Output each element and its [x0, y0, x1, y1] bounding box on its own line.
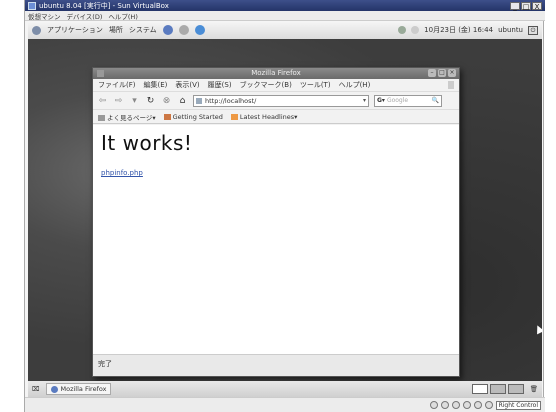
taskbar-item-firefox[interactable]: Mozilla Firefox — [45, 383, 112, 395]
guest-screen[interactable]: アプリケーション 場所 システム 10月23日 (金) 16:44 ubuntu… — [28, 21, 542, 397]
url-text[interactable]: http://localhost/ — [205, 97, 256, 105]
stop-button[interactable]: ⊗ — [161, 96, 172, 106]
search-box[interactable]: G▾ Google 🔍 — [374, 94, 442, 107]
menu-machine[interactable]: 仮想マシン — [28, 11, 61, 21]
email-launcher-icon[interactable] — [178, 25, 189, 35]
firefox-bookmark-icon — [163, 113, 171, 120]
firefox-maximize-button[interactable]: □ — [438, 69, 446, 77]
cd-status-icon[interactable] — [440, 401, 449, 409]
gnome-bottom-panel: ⌧ Mozilla Firefox 🗑 — [28, 381, 542, 397]
taskbar-label: Mozilla Firefox — [60, 385, 107, 393]
panel-menu-places[interactable]: 場所 — [109, 25, 123, 35]
virtualbox-logo-icon — [28, 1, 36, 10]
panel-user[interactable]: ubuntu — [498, 26, 523, 34]
page-heading: It works! — [101, 131, 193, 155]
virtualbox-menubar: 仮想マシン デバイス(D) ヘルプ(H) — [25, 11, 545, 21]
bookmark-most-visited[interactable]: よく見るページ▾ — [98, 112, 156, 122]
menu-help[interactable]: ヘルプ(H) — [339, 80, 371, 90]
firefox-window-controls: – □ × — [428, 69, 456, 77]
menu-bookmarks[interactable]: ブックマーク(B) — [240, 80, 292, 90]
menu-view[interactable]: 表示(V) — [175, 80, 199, 90]
firefox-titlebar[interactable]: Mozilla Firefox – □ × — [93, 68, 459, 79]
url-bar[interactable]: http://localhost/ ▾ — [193, 94, 369, 107]
network-status-icon[interactable] — [451, 401, 460, 409]
status-text: 完了 — [98, 360, 112, 368]
bookmarks-toolbar: よく見るページ▾ Getting Started Latest Headline… — [93, 110, 459, 124]
home-button[interactable]: ⌂ — [177, 96, 188, 106]
firefox-title: Mozilla Firefox — [251, 69, 301, 77]
workspace-switcher — [471, 384, 524, 394]
firefox-launcher-icon[interactable] — [162, 25, 173, 35]
firefox-close-button[interactable]: × — [448, 69, 456, 77]
page-favicon-icon — [196, 97, 202, 104]
firefox-statusbar: 完了 — [93, 354, 459, 376]
workspace-2[interactable] — [489, 384, 506, 394]
reload-button[interactable]: ↻ — [145, 96, 156, 106]
menu-devices[interactable]: デバイス(D) — [67, 11, 103, 21]
minimize-button[interactable]: _ — [510, 1, 520, 11]
gnome-foot-icon — [32, 25, 41, 35]
firefox-icon — [50, 385, 58, 393]
host-key-label: Right Control — [495, 400, 541, 410]
volume-icon[interactable] — [411, 26, 420, 34]
panel-tray: 10月23日 (金) 16:44 ubuntu ⏻ — [398, 25, 538, 35]
firefox-window: Mozilla Firefox – □ × ファイル(F) 編集(E) 表示(V… — [92, 67, 460, 377]
search-engine-icon[interactable]: G▾ — [377, 97, 385, 104]
window-menu-icon[interactable] — [97, 70, 104, 77]
shutdown-icon[interactable]: ⏻ — [528, 25, 538, 35]
bookmark-getting-started[interactable]: Getting Started — [163, 112, 223, 121]
activity-throbber-icon — [448, 81, 454, 89]
mouse-integration-icon[interactable] — [484, 401, 493, 409]
phpinfo-link[interactable]: phpinfo.php — [101, 169, 451, 177]
virtualbox-statusbar: Right Control — [25, 397, 545, 412]
workspace-3[interactable] — [507, 384, 524, 394]
folder-icon — [98, 114, 105, 121]
panel-menu-applications[interactable]: アプリケーション — [47, 25, 103, 35]
navigation-toolbar: ⇦ ⇨ ▾ ↻ ⊗ ⌂ http://localhost/ ▾ G▾ Googl… — [93, 92, 459, 110]
maximize-button[interactable]: □ — [521, 1, 531, 11]
firefox-minimize-button[interactable]: – — [428, 69, 436, 77]
workspace-1[interactable] — [471, 384, 488, 394]
url-dropdown-icon[interactable]: ▾ — [363, 97, 366, 104]
close-button[interactable]: X — [532, 1, 542, 11]
bookmark-label: Latest Headlines▾ — [239, 112, 298, 121]
page-content: It works! phpinfo.php — [93, 125, 459, 354]
usb-status-icon[interactable] — [462, 401, 471, 409]
gnome-top-panel: アプリケーション 場所 システム 10月23日 (金) 16:44 ubuntu… — [28, 21, 542, 39]
virtualbox-window: ubuntu 8.04 [実行中] - Sun VirtualBox _ □ X… — [24, 0, 545, 412]
menu-tools[interactable]: ツール(T) — [300, 80, 331, 90]
hdd-status-icon[interactable] — [429, 401, 438, 409]
search-placeholder: Google — [386, 97, 409, 104]
bookmark-latest-headlines[interactable]: Latest Headlines▾ — [230, 112, 298, 121]
trash-icon[interactable]: 🗑 — [530, 385, 538, 393]
help-launcher-icon[interactable] — [194, 25, 205, 35]
shared-folders-icon[interactable] — [473, 401, 482, 409]
panel-menu-system[interactable]: システム — [129, 25, 157, 35]
bookmark-label: よく見るページ▾ — [107, 113, 156, 122]
search-icon[interactable]: 🔍 — [432, 97, 439, 104]
forward-button[interactable]: ⇨ — [113, 96, 124, 106]
rss-icon — [230, 113, 238, 120]
bookmark-label: Getting Started — [172, 112, 223, 121]
firefox-menubar: ファイル(F) 編集(E) 表示(V) 履歴(S) ブックマーク(B) ツール(… — [93, 79, 459, 92]
menu-history[interactable]: 履歴(S) — [208, 80, 232, 90]
panel-clock[interactable]: 10月23日 (金) 16:44 — [424, 25, 493, 35]
virtualbox-titlebar[interactable]: ubuntu 8.04 [実行中] - Sun VirtualBox _ □ X — [25, 0, 545, 11]
window-controls: _ □ X — [510, 1, 542, 11]
menu-edit[interactable]: 編集(E) — [144, 80, 168, 90]
show-desktop-icon[interactable]: ⌧ — [32, 385, 40, 393]
menu-file[interactable]: ファイル(F) — [98, 80, 136, 90]
network-icon[interactable] — [398, 26, 407, 34]
menu-help[interactable]: ヘルプ(H) — [108, 11, 137, 21]
virtualbox-title: ubuntu 8.04 [実行中] - Sun VirtualBox — [39, 1, 169, 10]
back-button[interactable]: ⇦ — [97, 96, 108, 106]
history-dropdown-icon[interactable]: ▾ — [129, 96, 140, 106]
